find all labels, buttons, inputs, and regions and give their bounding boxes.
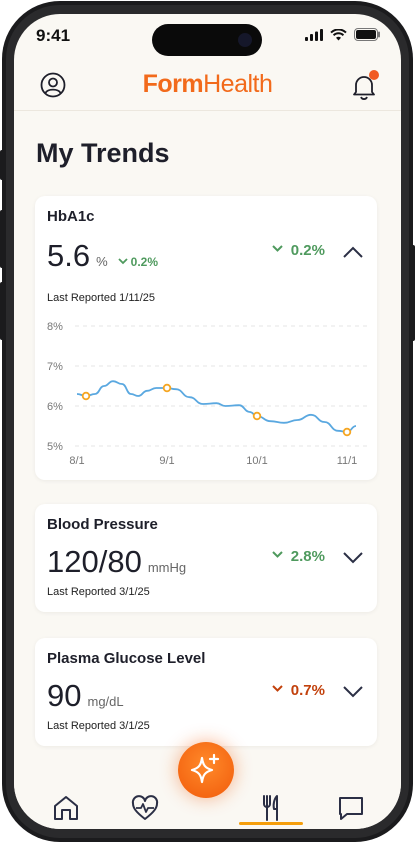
app-logo: FormHealth — [14, 70, 401, 99]
card-title: Plasma Glucose Level — [47, 650, 206, 667]
trend-delta: 2.8% — [272, 548, 325, 565]
status-bar: 9:41 — [14, 14, 401, 58]
value-unit: mg/dL — [87, 694, 124, 709]
chevron-down-icon — [272, 245, 283, 252]
last-reported: Last Reported 1/11/25 — [47, 292, 156, 304]
expand-chevron-icon[interactable] — [343, 686, 363, 698]
side-button-power — [411, 245, 415, 341]
expand-chevron-icon[interactable] — [343, 552, 363, 564]
x-tick-label: 8/1 — [69, 455, 84, 467]
chevron-down-icon — [272, 551, 283, 558]
notifications-button[interactable] — [351, 70, 379, 100]
home-icon[interactable] — [51, 793, 81, 823]
chevron-down-icon — [272, 685, 283, 692]
signal-icon — [305, 28, 323, 41]
card-value: 120/80 mmHg — [47, 544, 186, 580]
active-tab-indicator — [239, 822, 303, 825]
card-title: HbA1c — [47, 208, 95, 225]
y-tick-label: 8% — [47, 321, 63, 333]
blood-pressure-card[interactable]: Blood Pressure 120/80 mmHg Last Reported … — [35, 504, 377, 612]
logo-form: Form — [142, 70, 204, 98]
system-icons — [305, 28, 381, 41]
app-header: FormHealth — [14, 58, 401, 111]
hba1c-card[interactable]: HbA1c 5.6% 0.2% Last Reported 1/11/25 0.2… — [35, 196, 377, 480]
trend-delta: 0.2% — [272, 242, 325, 259]
value-number: 120/80 — [47, 544, 142, 579]
hba1c-trend-chart: 8% 7% 6% 5% 8/1 9/1 10/1 11/1 — [47, 321, 367, 467]
side-button-volume-up — [0, 210, 4, 268]
page-title: My Trends — [36, 138, 170, 168]
last-reported: Last Reported 3/1/25 — [47, 586, 150, 598]
sparkle-icon — [190, 753, 220, 784]
data-point-marker — [162, 383, 172, 393]
trend-delta: 0.7% — [272, 682, 325, 699]
side-button-action — [0, 150, 4, 180]
data-point-marker — [342, 427, 352, 437]
x-tick-label: 9/1 — [159, 455, 174, 467]
collapse-chevron-icon[interactable] — [343, 246, 363, 258]
series-line — [76, 380, 357, 433]
card-title: Blood Pressure — [47, 516, 158, 533]
inline-delta-value: 0.2% — [130, 255, 159, 269]
fork-knife-icon[interactable] — [256, 793, 286, 823]
trend-delta-value: 2.8% — [290, 548, 325, 565]
last-reported: Last Reported 3/1/25 — [47, 720, 150, 732]
y-tick-label: 5% — [47, 441, 63, 453]
inline-delta: 0.2% — [118, 255, 158, 269]
data-point-marker — [252, 411, 262, 421]
plasma-glucose-card[interactable]: Plasma Glucose Level 90 mg/dL Last Report… — [35, 638, 377, 746]
card-value: 90 mg/dL — [47, 678, 124, 714]
camera-icon — [238, 33, 252, 47]
x-tick-label: 11/1 — [337, 455, 358, 467]
heart-pulse-icon[interactable] — [130, 793, 160, 823]
status-time: 9:41 — [36, 26, 71, 45]
notification-badge — [369, 70, 379, 80]
trend-delta-value: 0.2% — [290, 242, 325, 259]
app-screen: 9:41 FormHealth My Trends HbA1c 5.6 % 0.… — [14, 14, 401, 829]
data-point-marker — [81, 391, 91, 401]
y-tick-label: 6% — [47, 401, 63, 413]
chat-icon[interactable] — [336, 793, 366, 823]
card-value: 5.6% 0.2% — [47, 238, 158, 274]
value-unit: % — [96, 254, 108, 269]
side-button-volume-down — [0, 282, 4, 340]
ai-assistant-button[interactable] — [178, 742, 234, 798]
battery-icon — [354, 28, 380, 41]
value-unit: mmHg — [147, 560, 187, 575]
value-number: 90 — [47, 678, 82, 713]
y-tick-label: 7% — [47, 361, 63, 373]
dynamic-island — [152, 24, 262, 56]
trend-delta-value: 0.7% — [290, 682, 325, 699]
logo-health: Health — [203, 70, 273, 98]
value-number: 5.6 — [47, 238, 91, 273]
wifi-icon — [330, 28, 347, 40]
chevron-down-icon — [118, 258, 128, 265]
x-tick-label: 10/1 — [246, 455, 267, 467]
